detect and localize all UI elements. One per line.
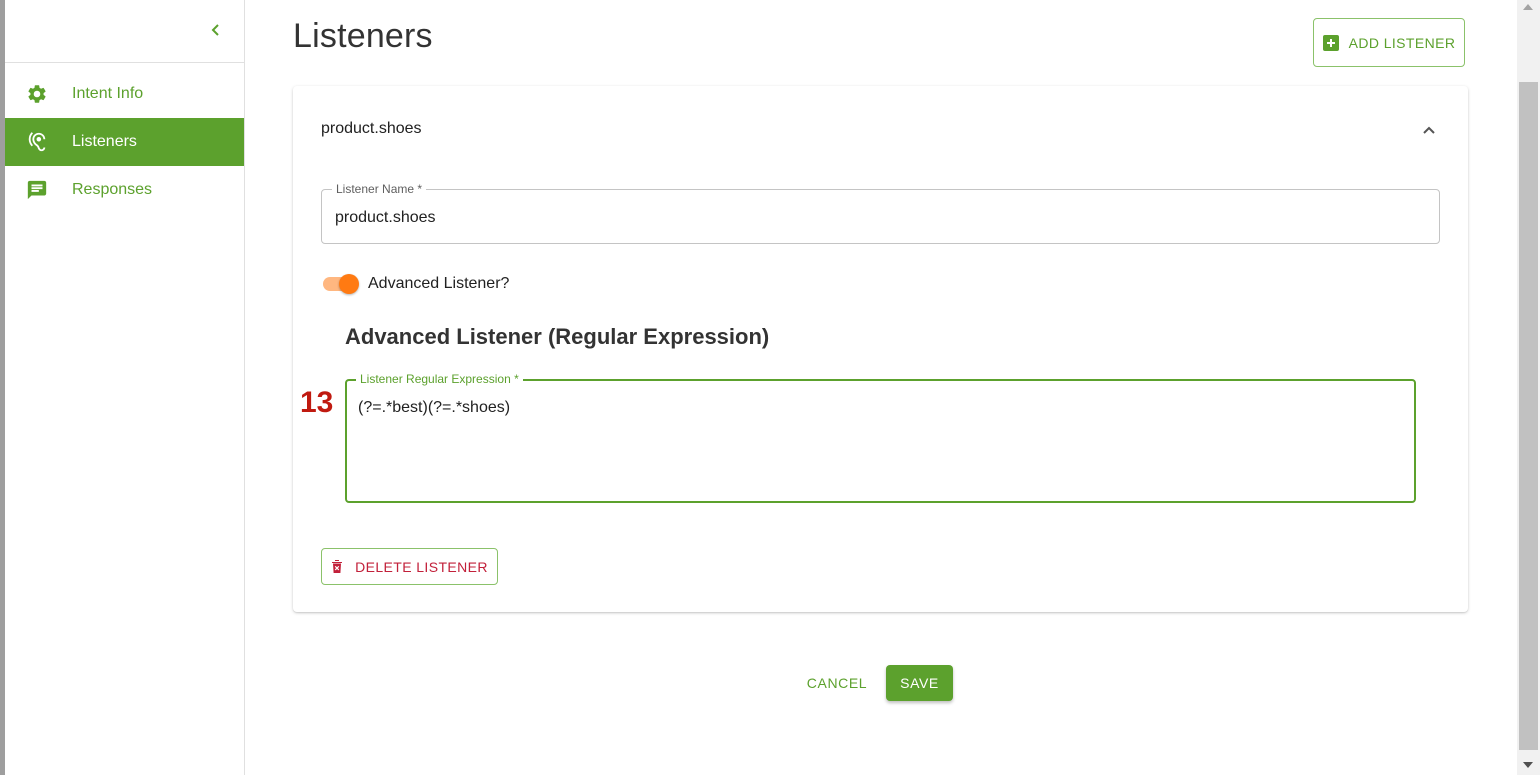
page-title: Listeners (293, 17, 433, 55)
scrollbar-thumb[interactable] (1519, 82, 1538, 750)
sidebar-item-intent-info[interactable]: Intent Info (5, 70, 244, 118)
chevron-left-icon (211, 24, 219, 36)
ear-icon (25, 130, 49, 154)
collapse-listener-button[interactable] (1417, 118, 1441, 142)
toggle-thumb (339, 274, 359, 294)
message-icon (25, 178, 49, 202)
regex-label: Listener Regular Expression * (356, 372, 523, 386)
annotation-marker: 13 (300, 386, 334, 419)
add-listener-label: ADD LISTENER (1348, 34, 1456, 51)
chevron-up-icon (1423, 126, 1435, 134)
sidebar-item-label: Intent Info (72, 85, 144, 102)
add-listener-button[interactable]: ADD LISTENER (1313, 18, 1465, 67)
regex-value[interactable]: (?=.*best)(?=.*shoes) (358, 399, 510, 417)
scroll-down-icon[interactable] (1523, 762, 1533, 768)
listener-card-title[interactable]: product.shoes (321, 120, 422, 138)
sidebar-item-listeners[interactable]: Listeners (5, 118, 244, 166)
add-box-icon (1322, 34, 1339, 51)
cancel-button[interactable]: CANCEL (795, 665, 879, 701)
sidebar-item-label: Responses (72, 181, 153, 198)
sidebar-header (5, 0, 244, 63)
advanced-listener-toggle[interactable] (321, 273, 361, 295)
listener-card: product.shoes Listener Name * product.sh… (293, 86, 1468, 612)
regex-textarea[interactable]: Listener Regular Expression * (?=.*best)… (345, 372, 1416, 503)
scrollbar[interactable] (1517, 0, 1540, 775)
gear-icon (25, 82, 49, 106)
listener-name-value[interactable]: product.shoes (335, 209, 436, 227)
main-content: Listeners ADD LISTENER product.shoes Lis… (245, 0, 1517, 775)
collapse-sidebar-button[interactable] (205, 18, 227, 42)
delete-icon (331, 559, 343, 574)
advanced-listener-toggle-label: Advanced Listener? (368, 275, 510, 292)
listener-name-field[interactable]: Listener Name * product.shoes (321, 182, 1440, 244)
delete-listener-button[interactable]: DELETE LISTENER (321, 548, 498, 585)
save-button[interactable]: SAVE (886, 665, 953, 701)
sidebar-item-responses[interactable]: Responses (5, 166, 244, 214)
delete-listener-label: DELETE LISTENER (355, 558, 488, 575)
advanced-listener-heading: Advanced Listener (Regular Expression) (345, 324, 770, 349)
listener-name-label: Listener Name * (332, 182, 427, 196)
scroll-up-icon[interactable] (1523, 4, 1533, 10)
sidebar: Intent Info Listeners Responses (5, 0, 245, 775)
sidebar-item-label: Listeners (72, 133, 137, 150)
